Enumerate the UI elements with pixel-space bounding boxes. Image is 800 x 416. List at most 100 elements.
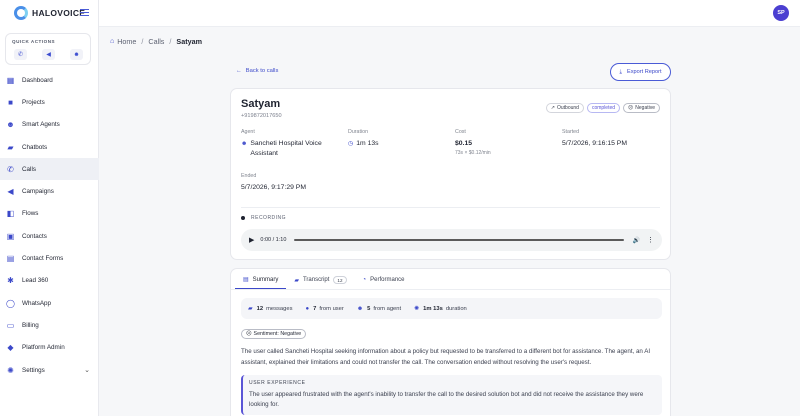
quick-agent-button[interactable]: ☻ bbox=[70, 49, 83, 60]
record-dot-icon bbox=[241, 216, 245, 220]
sidebar-item-contact-forms[interactable]: ▤ Contact Forms bbox=[0, 247, 99, 269]
cost-breakdown: 73s × $0.12/min bbox=[455, 150, 491, 156]
stat-agent-label: from agent bbox=[373, 305, 402, 312]
tab-transcript[interactable]: ▰ Transcript 12 bbox=[286, 271, 354, 289]
call-tags: ↗ Outbound completed ☹ Negative bbox=[545, 103, 660, 113]
stat-duration-label: duration bbox=[445, 305, 467, 312]
form-icon: ▤ bbox=[6, 254, 15, 264]
sidebar-item-label: Settings bbox=[22, 366, 45, 374]
sidebar-item-billing[interactable]: ▭ Billing bbox=[0, 314, 99, 336]
sidebar: HALOVOICE QUICK ACTIONS ✆ ◀ ☻ ▦ Dashboard… bbox=[0, 0, 99, 416]
call-phone-number: +919872017650 bbox=[241, 113, 282, 119]
stat-agent-count: 5 bbox=[367, 305, 371, 312]
folder-icon: ■ bbox=[8, 97, 13, 107]
audio-player[interactable]: ▶ 0:00 / 1:10 🔊 ⋮ bbox=[241, 229, 662, 251]
breadcrumb-calls[interactable]: Calls bbox=[148, 37, 164, 46]
sidebar-item-label: Lead 360 bbox=[22, 277, 49, 285]
sidebar-item-label: Dashboard bbox=[22, 76, 53, 84]
sidebar-item-contacts[interactable]: ▣ Contacts bbox=[0, 225, 99, 247]
user-experience-title: USER EXPERIENCE bbox=[249, 380, 306, 386]
player-time: 0:00 / 1:10 bbox=[260, 237, 287, 243]
stat-duration-value: 1m 13s bbox=[423, 305, 443, 312]
back-link-label: Back to calls bbox=[245, 68, 279, 74]
stat-user: ● 7 from user bbox=[306, 306, 344, 312]
brand[interactable]: HALOVOICE bbox=[14, 6, 85, 20]
breadcrumb-current: Satyam bbox=[176, 37, 202, 46]
started-field: Started 5/7/2026, 9:16:15 PM bbox=[562, 129, 627, 149]
sidebar-item-chatbots[interactable]: ▰ Chatbots bbox=[0, 136, 99, 158]
recording-label-text: RECORDING bbox=[251, 215, 287, 221]
agent-value[interactable]: Sancheti Hospital Voice Assistant bbox=[250, 139, 341, 159]
arrow-left-icon: ← bbox=[236, 68, 242, 74]
contacts-icon: ▣ bbox=[6, 231, 15, 241]
call-detail-card: Satyam +919872017650 ↗ Outbound completed… bbox=[230, 88, 671, 260]
arrow-up-right-icon: ↗ bbox=[550, 105, 555, 111]
grid-icon: ▦ bbox=[6, 75, 15, 85]
sidebar-item-whatsapp[interactable]: ◯ WhatsApp bbox=[0, 292, 99, 314]
progress-bar[interactable] bbox=[294, 239, 624, 241]
agent-label: Agent bbox=[241, 129, 255, 135]
more-options-icon[interactable]: ⋮ bbox=[647, 236, 654, 244]
stat-messages-label: messages bbox=[266, 305, 293, 312]
sidebar-item-label: Billing bbox=[22, 321, 39, 329]
breadcrumb-home[interactable]: Home bbox=[117, 37, 136, 46]
robot-icon: ☻ bbox=[241, 141, 248, 147]
tab-performance-label: Performance bbox=[370, 277, 405, 283]
analysis-card: ▤ Summary ▰ Transcript 12 ◔ Performance ▰ 12 m… bbox=[230, 268, 671, 416]
clock-icon: ◷ bbox=[348, 141, 354, 147]
sidebar-item-dashboard[interactable]: ▦ Dashboard bbox=[0, 69, 99, 91]
top-bar: SP bbox=[99, 0, 800, 27]
status-badge: completed bbox=[586, 103, 621, 113]
sidebar-item-platform-admin[interactable]: ◆ Platform Admin bbox=[0, 337, 99, 359]
quick-actions-title: QUICK ACTIONS bbox=[12, 39, 56, 44]
tabs-divider bbox=[231, 289, 670, 290]
sidebar-nav: ▦ Dashboard ■ Projects ☻ Smart Agents ▰ Chat… bbox=[0, 69, 99, 381]
sidebar-item-campaigns[interactable]: ◀ Campaigns bbox=[0, 180, 99, 202]
stat-duration: ✺ 1m 13s duration bbox=[414, 305, 467, 313]
tab-performance[interactable]: ◔ Performance bbox=[355, 271, 413, 289]
logo-icon bbox=[14, 6, 28, 20]
phone-icon: ✆ bbox=[7, 164, 14, 174]
back-to-calls-link[interactable]: ← Back to calls bbox=[236, 68, 278, 74]
tab-summary[interactable]: ▤ Summary bbox=[235, 271, 287, 289]
agent-value-row: ☻ Sancheti Hospital Voice Assistant bbox=[241, 139, 341, 159]
export-report-button[interactable]: ⤓ Export Report bbox=[610, 63, 671, 81]
download-icon: ⤓ bbox=[619, 68, 622, 75]
robot-icon: ☻ bbox=[356, 305, 364, 312]
duration-label: Duration bbox=[348, 129, 369, 135]
ended-value: 5/7/2026, 9:17:29 PM bbox=[241, 184, 306, 191]
quick-campaign-button[interactable]: ◀ bbox=[42, 49, 55, 60]
sidebar-item-projects[interactable]: ■ Projects bbox=[0, 91, 99, 113]
stat-messages-count: 12 bbox=[256, 305, 264, 312]
stat-agent: ☻ 5 from agent bbox=[357, 306, 401, 312]
sidebar-item-lead-360[interactable]: ✱ Lead 360 bbox=[0, 270, 99, 292]
play-icon[interactable]: ▶ bbox=[249, 236, 254, 244]
stat-messages: ▰ 12 messages bbox=[248, 305, 293, 313]
sidebar-item-flows[interactable]: ◧ Flows bbox=[0, 203, 99, 225]
clock-icon: ✺ bbox=[414, 306, 420, 312]
ended-label: Ended bbox=[241, 173, 257, 179]
sidebar-item-label: Contacts bbox=[22, 232, 47, 240]
breadcrumb-separator: / bbox=[141, 37, 144, 46]
user-experience-text: The user appeared frustrated with the ag… bbox=[249, 391, 644, 408]
cost-field: Cost $0.15 73s × $0.12/min bbox=[455, 129, 491, 156]
sidebar-item-settings[interactable]: ✺ Settings ⌄ bbox=[0, 359, 99, 381]
sidebar-item-calls[interactable]: ✆ Calls bbox=[0, 158, 99, 181]
breadcrumb-separator: / bbox=[169, 37, 172, 46]
volume-icon[interactable]: 🔊 bbox=[633, 237, 640, 244]
robot-icon: ☻ bbox=[6, 120, 15, 130]
whatsapp-icon: ◯ bbox=[6, 298, 15, 308]
sidebar-item-label: Smart Agents bbox=[22, 121, 60, 129]
avatar[interactable]: SP bbox=[773, 5, 789, 21]
export-button-label: Export Report bbox=[626, 69, 662, 75]
breadcrumb: ⌂ Home / Calls / Satyam bbox=[110, 37, 202, 46]
billing-icon: ▭ bbox=[6, 320, 15, 330]
quick-call-button[interactable]: ✆ bbox=[14, 49, 27, 60]
sentiment-badge: ☹ Negative bbox=[623, 103, 660, 113]
menu-toggle-icon[interactable] bbox=[80, 9, 89, 16]
duration-field: Duration ◷ 1m 13s bbox=[348, 129, 379, 149]
sentiment-badge: ☹ Sentiment: Negative bbox=[241, 329, 307, 339]
tab-summary-label: Summary bbox=[252, 276, 279, 283]
phone-icon: ✆ bbox=[17, 52, 24, 58]
sidebar-item-smart-agents[interactable]: ☻ Smart Agents bbox=[0, 114, 99, 136]
